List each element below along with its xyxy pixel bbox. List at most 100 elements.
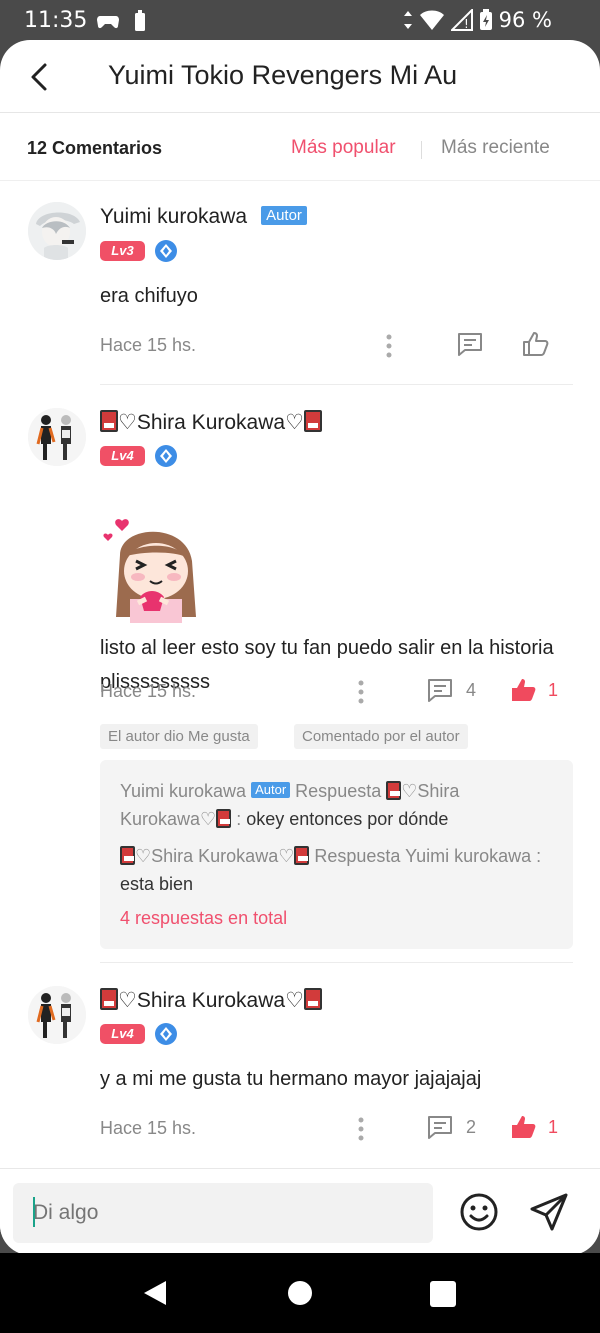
reply-item: Yuimi kurokawa Autor Respuesta ♡Shira Ku…	[120, 777, 560, 833]
avatar[interactable]	[28, 202, 86, 260]
comment-count: 12 Comentarios	[27, 138, 163, 158]
comment-actions: Hace 15 hs.	[100, 331, 570, 361]
flag-icon	[100, 988, 118, 1010]
svg-text:!: !	[464, 17, 469, 31]
like-button[interactable]: 1	[510, 1114, 558, 1140]
replies-preview[interactable]: Yuimi kurokawa Autor Respuesta ♡Shira Ku…	[100, 760, 573, 949]
nav-home-icon[interactable]	[288, 1281, 312, 1305]
flag-icon	[120, 846, 135, 865]
comment-author[interactable]: ♡Shira Kurokawa♡	[100, 410, 322, 435]
sort-popular-tab[interactable]: Más popular	[291, 137, 396, 159]
comment-input-box[interactable]	[13, 1183, 433, 1243]
text-caret	[33, 1197, 35, 1227]
reply-button[interactable]: 4	[426, 677, 476, 703]
divider	[100, 384, 573, 385]
signal-icon: !	[450, 9, 473, 31]
reply-button[interactable]	[456, 331, 484, 357]
battery-icon	[479, 9, 492, 30]
more-options-icon[interactable]	[383, 331, 395, 366]
level-badge: Lv4	[100, 1024, 145, 1044]
reply-target: Yuimi kurokawa	[405, 846, 532, 866]
flag-icon	[294, 846, 310, 865]
flag-icon	[303, 988, 322, 1010]
like-button[interactable]	[522, 331, 550, 357]
more-options-icon[interactable]	[355, 677, 367, 712]
reply-text: okey entonces por dónde	[246, 809, 449, 829]
timestamp: Hace 15 hs.	[100, 681, 197, 701]
view-all-replies-link[interactable]: 4 respuestas en total	[120, 908, 287, 929]
comment-text: era chifuyo	[100, 285, 198, 307]
comment-text: y a mi me gusta tu hermano mayor jajajaj…	[100, 1068, 482, 1090]
emoji-button[interactable]	[458, 1191, 500, 1233]
reply-verb: Respuesta	[314, 846, 401, 866]
avatar-image	[28, 408, 86, 466]
back-button[interactable]	[22, 60, 56, 94]
nav-recents-icon[interactable]	[430, 1281, 456, 1307]
divider	[100, 962, 573, 963]
gamepad-icon	[97, 16, 119, 29]
member-badge-icon	[155, 240, 177, 262]
author-liked-chip: El autor dio Me gusta	[100, 724, 258, 749]
battery-level: 96 %	[498, 8, 552, 32]
nav-back-icon[interactable]	[142, 1279, 168, 1307]
author-commented-chip: Comentado por el autor	[294, 724, 468, 749]
member-badge-icon	[155, 445, 177, 467]
sort-bar: 12 Comentarios Más popular Más reciente	[0, 114, 600, 181]
level-badge: Lv4	[100, 446, 145, 466]
avatar[interactable]	[28, 986, 86, 1044]
author-tag: Autor	[251, 782, 291, 798]
timestamp: Hace 15 hs.	[100, 1118, 197, 1138]
comment-actions: Hace 15 hs. 4 1	[100, 677, 570, 707]
reply-author: Yuimi kurokawa	[120, 781, 247, 801]
sort-recent-tab[interactable]: Más reciente	[441, 137, 550, 159]
page-title: Yuimi Tokio Revengers Mi Au	[108, 60, 458, 90]
reply-separator: :	[531, 846, 542, 866]
like-button[interactable]: 1	[510, 677, 558, 703]
thumbs-up-icon	[512, 679, 536, 701]
avatar-image	[28, 986, 86, 1044]
reply-button[interactable]: 2	[426, 1114, 476, 1140]
comment-composer	[0, 1168, 600, 1255]
comment-author[interactable]: ♡Shira Kurokawa♡	[100, 988, 322, 1013]
header: Yuimi Tokio Revengers Mi Au	[0, 40, 600, 113]
reply-verb: Respuesta	[295, 781, 382, 801]
like-count: 1	[548, 1116, 559, 1137]
more-options-icon[interactable]	[355, 1114, 367, 1149]
comments-sheet: Yuimi Tokio Revengers Mi Au 12 Comentari…	[0, 40, 600, 1255]
author-tag: Autor	[261, 206, 307, 225]
reply-author: ♡Shira Kurokawa♡	[135, 846, 295, 866]
system-nav-bar	[0, 1253, 600, 1333]
thumbs-up-icon	[523, 332, 549, 356]
reply-separator: :	[231, 809, 247, 829]
like-count: 1	[548, 679, 559, 700]
reply-count: 4	[466, 679, 477, 700]
wifi-icon	[419, 10, 444, 30]
timestamp: Hace 15 hs.	[100, 335, 197, 355]
divider	[421, 141, 422, 159]
status-time: 11:35	[24, 8, 88, 33]
status-bar: 11:35 ! 96 %	[0, 0, 600, 42]
sticker-image	[103, 519, 196, 623]
comment-author[interactable]: Yuimi kurokawa Autor	[100, 205, 307, 229]
author-name: ♡Shira Kurokawa♡	[118, 989, 304, 1012]
battery-saver-icon	[135, 10, 145, 31]
reply-text: esta bien	[120, 874, 194, 894]
thumbs-up-icon	[512, 1116, 536, 1138]
send-icon	[530, 1193, 568, 1231]
comment-input[interactable]	[33, 1197, 413, 1229]
comment-icon	[428, 1116, 452, 1139]
level-badge: Lv3	[100, 241, 145, 261]
data-arrows-icon	[403, 11, 412, 29]
avatar[interactable]	[28, 408, 86, 466]
author-name: Yuimi kurokawa	[100, 205, 248, 228]
send-button[interactable]	[528, 1191, 570, 1233]
reply-item: ♡Shira Kurokawa♡ Respuesta Yuimi kurokaw…	[120, 842, 560, 898]
member-badge-icon	[155, 1023, 177, 1045]
flag-icon	[303, 410, 322, 432]
flag-icon	[216, 809, 232, 828]
comment-actions: Hace 15 hs. 2 1	[100, 1114, 570, 1144]
author-name: ♡Shira Kurokawa♡	[118, 411, 304, 434]
flag-icon	[386, 781, 402, 800]
chevron-left-icon	[31, 63, 47, 91]
flag-icon	[100, 410, 118, 432]
